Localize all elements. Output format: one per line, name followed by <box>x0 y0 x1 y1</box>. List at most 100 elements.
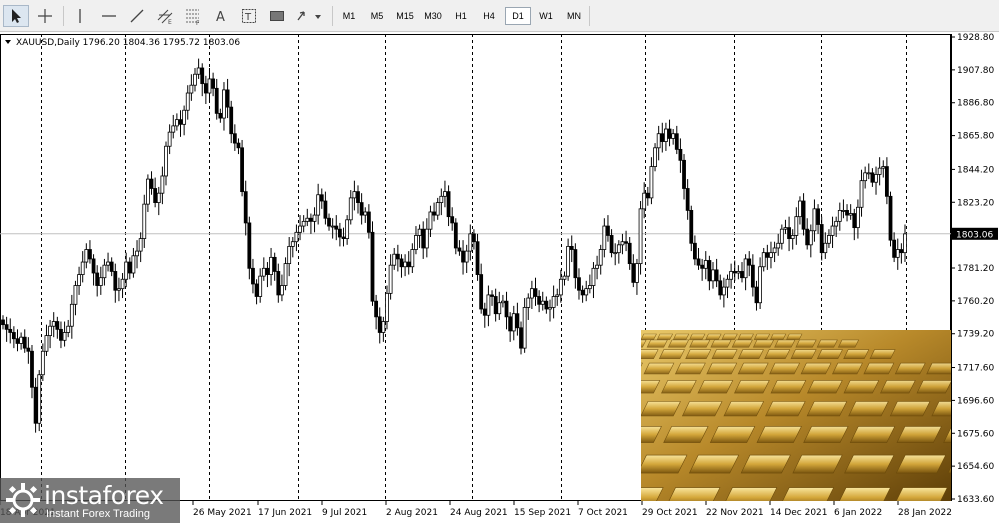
candle-body <box>131 255 136 274</box>
candle-body <box>428 211 433 230</box>
candle-body <box>587 285 592 290</box>
candle-body <box>577 277 581 291</box>
timeframe-button-m30[interactable]: M30 <box>420 7 446 25</box>
candle-body <box>638 208 643 265</box>
candle-body <box>185 92 190 111</box>
candle-body <box>381 321 386 333</box>
text-icon[interactable]: A <box>208 5 234 27</box>
candle-body <box>856 206 860 229</box>
candle-body <box>881 166 886 169</box>
candle-body <box>327 217 331 227</box>
timeframe-button-w1[interactable]: W1 <box>533 7 559 25</box>
candle-body <box>403 261 407 268</box>
candle-body <box>287 246 292 265</box>
candle-body <box>548 307 552 310</box>
candle-body <box>703 260 708 269</box>
crosshair-icon[interactable] <box>32 5 58 27</box>
candle-body <box>182 109 187 125</box>
candle-body <box>214 87 219 114</box>
candle-body <box>903 233 907 254</box>
timeframe-button-m1[interactable]: M1 <box>336 7 362 25</box>
candle-body <box>48 325 52 337</box>
candle-body <box>899 249 904 254</box>
trendline-icon[interactable] <box>124 5 150 27</box>
candle-body <box>127 261 132 274</box>
candle-body <box>153 188 158 203</box>
candle-body <box>446 191 451 218</box>
candle-body <box>319 194 324 202</box>
candle-body <box>798 200 802 218</box>
arrows-menu-icon[interactable] <box>293 5 325 27</box>
candle-body <box>620 241 625 246</box>
horizontal-line-icon[interactable] <box>96 5 122 27</box>
candle-body <box>624 241 628 244</box>
candle-body <box>740 271 744 279</box>
timeframe-button-mn[interactable]: MN <box>561 7 587 25</box>
candle-body <box>729 271 734 280</box>
candle-body <box>834 220 839 227</box>
candle-body <box>406 261 411 268</box>
vertical-line-icon[interactable] <box>68 5 92 27</box>
candle-body <box>493 296 498 315</box>
candle-body <box>138 238 143 252</box>
timeframe-button-h4[interactable]: H4 <box>476 7 502 25</box>
candle-body <box>135 250 139 257</box>
candle-body <box>424 228 429 249</box>
candle-body <box>290 241 295 247</box>
toolbar: E F A T M1 M5 M15 M30 H1 H4 D1 W1 MN <box>0 0 999 32</box>
candle-body <box>808 230 813 246</box>
candle-body <box>874 174 878 183</box>
timeframe-button-d1[interactable]: D1 <box>505 7 531 25</box>
candle-body <box>84 249 89 263</box>
candle-body <box>852 213 857 229</box>
candle-body <box>171 125 176 133</box>
candle-body <box>145 178 150 205</box>
x-axis-label: 6 Jan 2022 <box>834 508 882 518</box>
candle-body <box>776 242 781 249</box>
x-axis-label: 28 Jan 2022 <box>898 508 952 518</box>
cursor-arrow-icon[interactable] <box>3 5 29 27</box>
candle-body <box>211 78 216 89</box>
candle-body <box>515 313 520 329</box>
candle-body <box>44 335 49 352</box>
timeframe-button-m5[interactable]: M5 <box>364 7 390 25</box>
candle-body <box>69 303 74 327</box>
candle-body <box>497 302 502 315</box>
x-axis-label: 9 Jul 2021 <box>322 508 367 518</box>
candle-body <box>602 225 607 250</box>
candle-body <box>537 296 542 305</box>
candle-body <box>8 328 13 333</box>
candle-body <box>671 133 676 139</box>
candle-body <box>667 128 672 139</box>
svg-text:F: F <box>196 20 200 25</box>
timeframe-button-m15[interactable]: M15 <box>392 7 418 25</box>
candle-body <box>685 188 690 211</box>
candle-body <box>779 228 784 244</box>
candle-body <box>11 332 16 340</box>
candle-body <box>848 213 853 216</box>
instaforex-logo: instaforex Instant Forex Trading <box>0 478 180 523</box>
candle-body <box>439 195 444 203</box>
candle-body <box>305 217 310 222</box>
candle-body <box>519 327 523 349</box>
candle-body <box>689 210 694 244</box>
candle-body <box>558 278 563 296</box>
rectangle-icon[interactable] <box>264 5 290 27</box>
candle-body <box>472 233 476 243</box>
candle-body <box>73 285 78 305</box>
timeframe-button-h1[interactable]: H1 <box>448 7 474 25</box>
candle-body <box>298 225 302 233</box>
candle-body <box>225 89 230 108</box>
candle-body <box>243 191 248 224</box>
candle-body <box>504 300 509 318</box>
svg-text:T: T <box>244 12 252 23</box>
equidistant-channel-icon[interactable]: E <box>152 5 178 27</box>
candle-body <box>236 142 241 149</box>
fibonacci-retracement-icon[interactable]: F <box>180 5 206 27</box>
text-label-icon[interactable]: T <box>236 5 262 27</box>
candle-body <box>490 294 494 297</box>
candle-body <box>399 258 404 268</box>
candle-body <box>859 180 864 208</box>
candle-body <box>269 256 273 275</box>
candle-body <box>109 261 114 272</box>
